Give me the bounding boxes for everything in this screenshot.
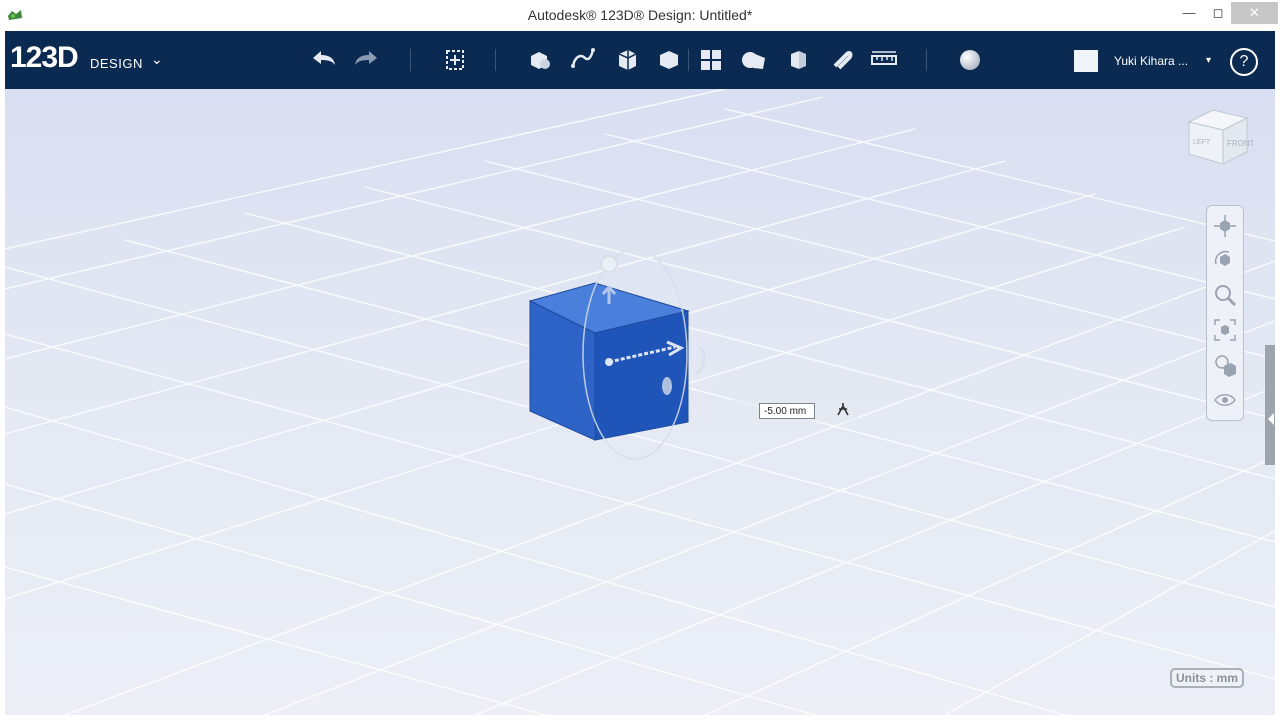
view-cube[interactable]: LEFT FRONT	[1183, 104, 1253, 176]
window-border-bottom	[0, 715, 1280, 720]
distance-input[interactable]: -5.00 mm	[759, 403, 815, 419]
avatar[interactable]	[1074, 50, 1098, 72]
3d-viewport[interactable]: -5.00 mm LEFT FRONT Units: mm	[5, 89, 1275, 715]
user-menu-chevron-icon[interactable]: ▾	[1206, 55, 1211, 66]
units-badge[interactable]: Units : mm	[1170, 668, 1245, 688]
undo-icon[interactable]	[307, 44, 339, 76]
toolbar-separator	[688, 49, 689, 71]
help-button[interactable]: ?	[1230, 48, 1258, 76]
material-icon[interactable]	[954, 44, 986, 76]
title-bar: Autodesk® 123D® Design: Untitled* — ◻ ✕	[0, 0, 1280, 31]
visibility-icon[interactable]	[1211, 386, 1239, 414]
viewcube-front-label: FRONT	[1227, 139, 1253, 148]
ruler-tool-icon[interactable]	[835, 402, 851, 418]
app-menu-chevron-icon[interactable]: ⌄	[151, 51, 163, 68]
window-border-right	[1275, 31, 1280, 715]
maximize-button[interactable]: ◻	[1201, 2, 1235, 24]
toolbar-separator	[926, 49, 927, 71]
redo-icon[interactable]	[351, 44, 383, 76]
toolbar-separator	[410, 49, 411, 71]
user-name[interactable]: Yuki Kihara ...	[1114, 54, 1188, 68]
pan-icon[interactable]	[1211, 212, 1239, 240]
grouping-icon[interactable]	[738, 44, 770, 76]
close-button[interactable]: ✕	[1231, 2, 1278, 24]
main-toolbar: 123D DESIGN ⌄ Yuki Kihara ... ▾ ?	[5, 31, 1275, 89]
view-mode-icon[interactable]	[1211, 351, 1239, 379]
orbit-icon[interactable]	[1211, 246, 1239, 274]
construct-icon[interactable]	[611, 44, 643, 76]
modify-icon[interactable]	[653, 44, 685, 76]
viewcube-left-label: LEFT	[1193, 139, 1211, 146]
side-panel-handle[interactable]	[1265, 345, 1275, 465]
pattern-icon[interactable]	[695, 44, 727, 76]
primitives-icon[interactable]	[523, 44, 555, 76]
measure-icon[interactable]	[868, 44, 900, 76]
app-logo[interactable]: 123D	[10, 41, 79, 75]
navigation-bar	[1206, 205, 1244, 421]
collapse-arrow-icon[interactable]	[1268, 413, 1274, 425]
window-title: Autodesk® 123D® Design: Untitled*	[527, 7, 753, 23]
fit-icon[interactable]	[1211, 316, 1239, 344]
toolbar-separator	[495, 49, 496, 71]
transform-icon[interactable]	[439, 44, 471, 76]
snap-icon[interactable]	[825, 44, 857, 76]
combine-icon[interactable]	[782, 44, 814, 76]
zoom-icon[interactable]	[1211, 281, 1239, 309]
app-logo-subtitle[interactable]: DESIGN	[90, 56, 143, 71]
ground-grid	[5, 89, 1275, 715]
sketch-icon[interactable]	[567, 44, 599, 76]
